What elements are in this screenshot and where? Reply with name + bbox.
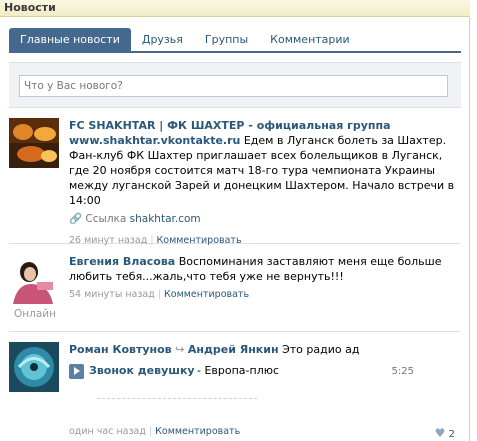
feed-post: Онлайн Евгения Власова Воспоминания заст… <box>9 244 461 332</box>
news-feed: Главные новости Друзья Группы Комментари… <box>0 18 470 441</box>
heart-icon: ♥ <box>434 426 446 440</box>
online-status: Онлайн <box>14 308 56 320</box>
attached-link: 🔗 Ссылка shakhtar.com <box>69 212 461 225</box>
post-author[interactable]: FC SHAKHTAR | ФК ШАХТЕР - официальная гр… <box>69 119 391 132</box>
audio-duration: 5:25 <box>391 366 414 377</box>
news-tabs: Главные новости Друзья Группы Комментари… <box>9 28 461 53</box>
section-header: Новости <box>0 0 470 17</box>
like-button[interactable]: ♥ 2 <box>435 426 455 440</box>
post-meta: 54 минуты назад | Комментировать <box>69 289 250 300</box>
repost-icon: ↪ <box>175 343 185 356</box>
post-text-body: Фан-клуб ФК Шахтер приглашает всех болел… <box>69 149 455 207</box>
user-avatar[interactable] <box>9 254 59 304</box>
post-author[interactable]: Евгения Власова <box>69 255 175 268</box>
post-text: Едем в Луганск болеть за Шахтер. <box>240 134 447 147</box>
status-input[interactable] <box>19 75 448 97</box>
tab-friends[interactable]: Друзья <box>131 28 194 51</box>
comment-link[interactable]: Комментировать <box>164 289 249 300</box>
status-composer <box>9 62 461 108</box>
post-time[interactable]: 54 минуты назад <box>69 289 155 300</box>
audio-title[interactable]: Звонок девушку <box>89 364 195 377</box>
group-avatar[interactable] <box>9 118 59 168</box>
separator <box>97 398 257 399</box>
link-label: Ссылка <box>85 213 127 225</box>
comment-link[interactable]: Комментировать <box>155 426 240 437</box>
tab-main-news[interactable]: Главные новости <box>9 28 131 51</box>
audio-track: Звонок девушку - Европа-плюс 5:25 <box>69 364 414 380</box>
like-count: 2 <box>448 429 455 440</box>
post-text: Это радио ад <box>278 343 360 356</box>
repost-target[interactable]: Андрей Янкин <box>188 343 279 356</box>
section-title: Новости <box>4 1 56 14</box>
tab-groups[interactable]: Группы <box>194 28 259 51</box>
link-domain[interactable]: shakhtar.com <box>130 213 201 225</box>
post-time[interactable]: один час назад <box>69 426 146 437</box>
post-meta: один час назад | Комментировать <box>69 426 241 437</box>
feed-post: Роман Ковтунов ↪ Андрей Янкин Это радио … <box>9 332 461 441</box>
play-icon[interactable] <box>69 364 84 379</box>
post-author[interactable]: Роман Ковтунов <box>69 343 172 356</box>
user-avatar[interactable] <box>9 342 59 392</box>
feed-post: FC SHAKHTAR | ФК ШАХТЕР - официальная гр… <box>9 118 461 246</box>
link-icon: 🔗 <box>69 213 83 225</box>
audio-artist: - Европа-плюс <box>197 364 280 377</box>
post-link-bold[interactable]: www.shakhtar.vkontakte.ru <box>69 134 240 147</box>
tab-comments[interactable]: Комментарии <box>259 28 361 51</box>
